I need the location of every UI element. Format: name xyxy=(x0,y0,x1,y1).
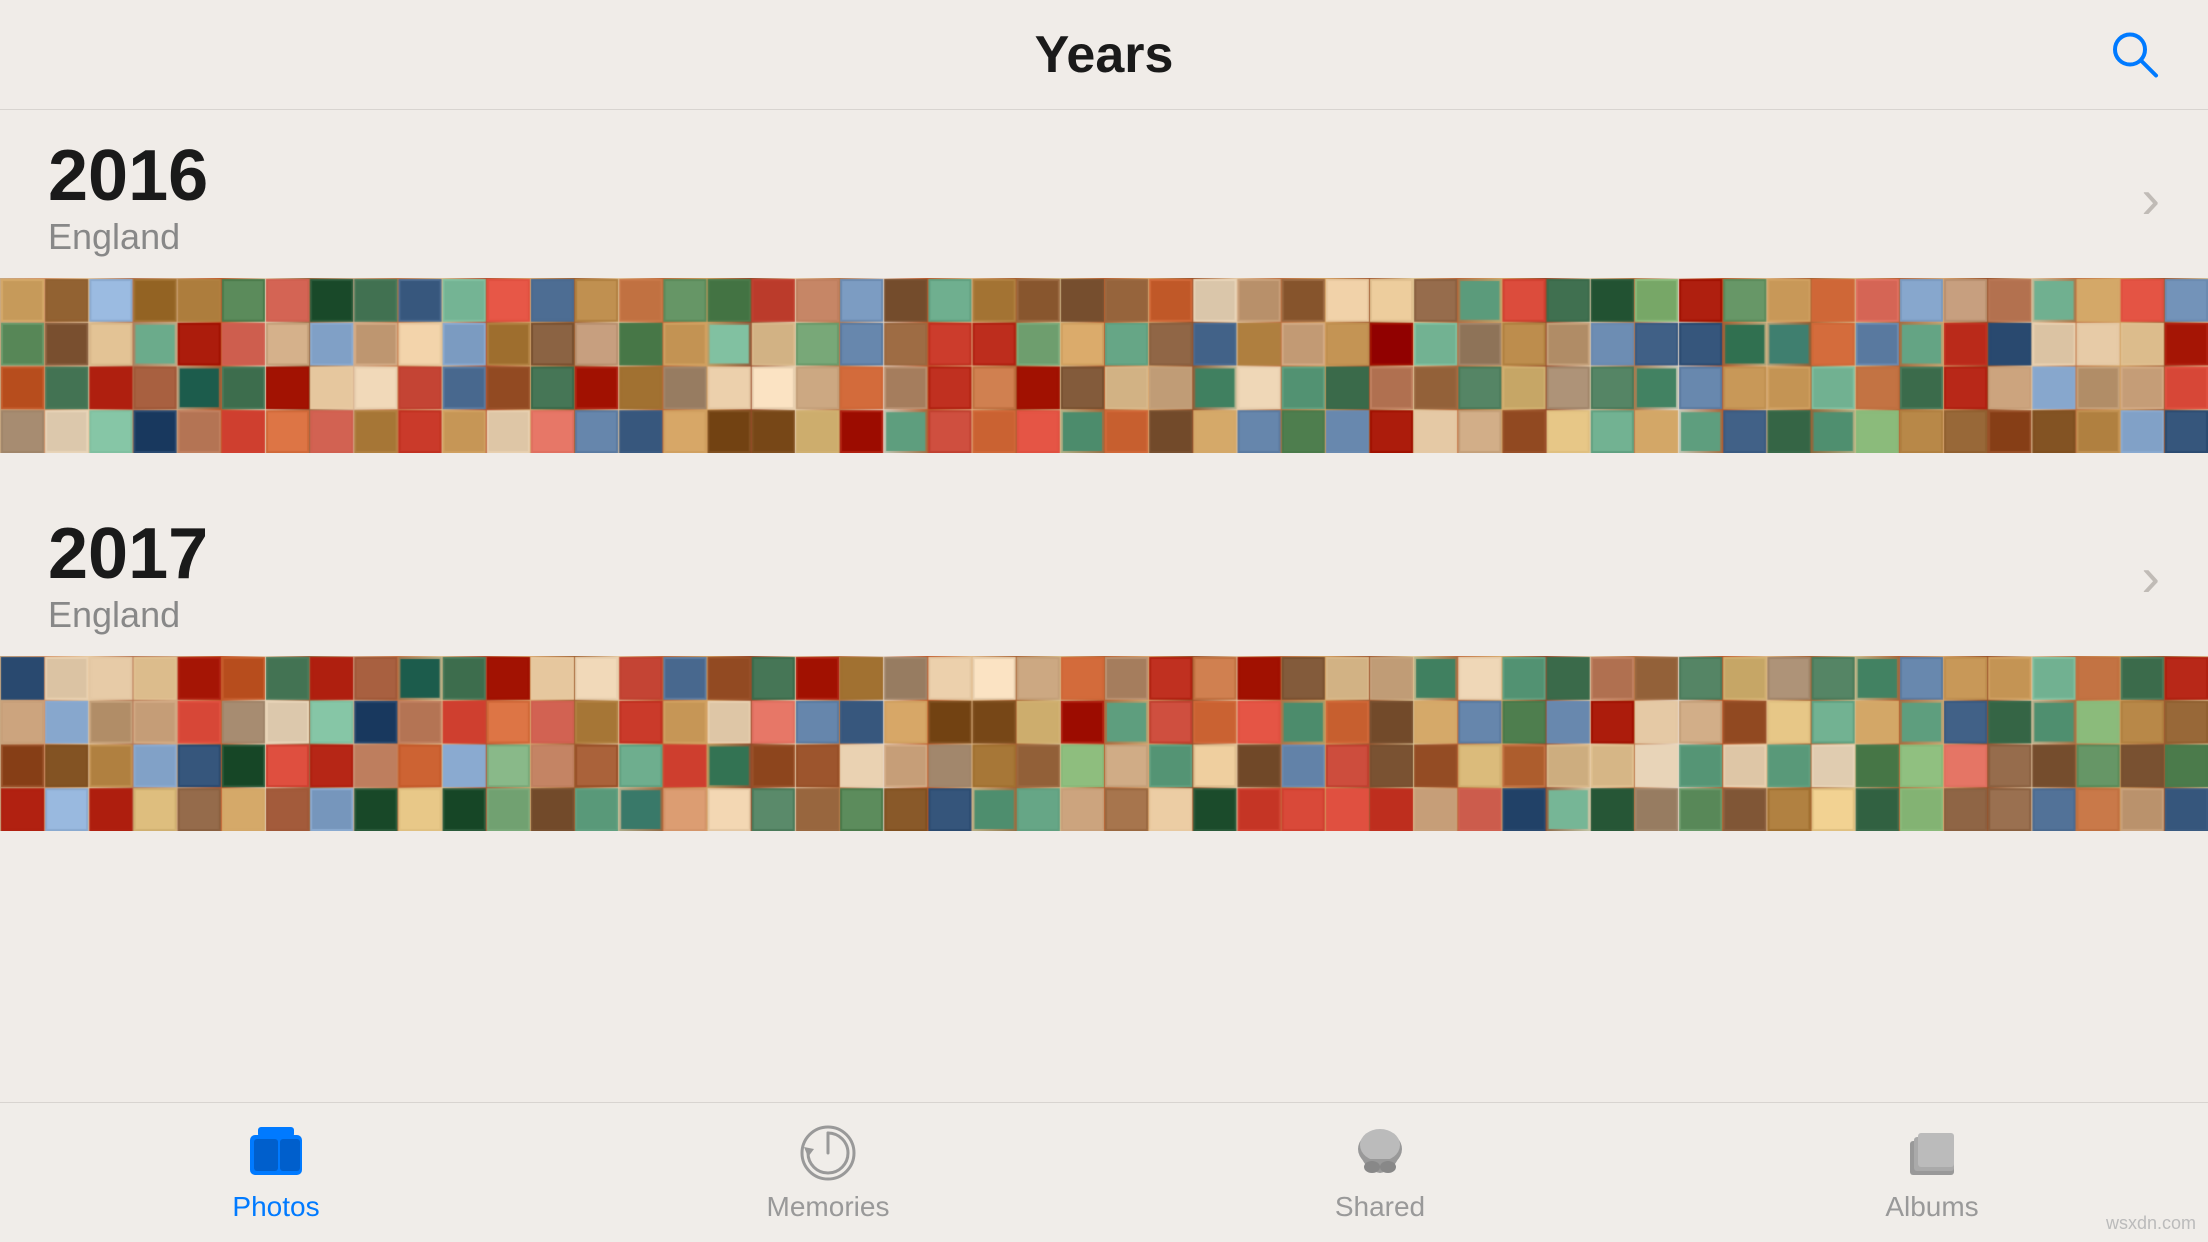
tab-photos-label: Photos xyxy=(232,1191,319,1223)
tab-memories[interactable]: Memories xyxy=(552,1123,1104,1223)
search-icon xyxy=(2108,27,2160,79)
albums-icon xyxy=(1902,1123,1962,1183)
tab-shared-label: Shared xyxy=(1335,1191,1425,1223)
year-location-2016: England xyxy=(48,216,208,258)
year-header-2017[interactable]: 2017 England › xyxy=(0,488,2208,656)
year-section-2017: 2017 England › xyxy=(0,488,2208,836)
shared-icon xyxy=(1350,1123,1410,1183)
tab-bar: Photos Memories Shared Albums xyxy=(0,1102,2208,1242)
year-section-2016: 2016 England › xyxy=(0,110,2208,458)
year-info-2016: 2016 England xyxy=(48,140,208,258)
year-number-2016: 2016 xyxy=(48,140,208,212)
tab-albums-label: Albums xyxy=(1885,1191,1978,1223)
main-scroll-area[interactable]: 2016 England › 2017 England › xyxy=(0,110,2208,1102)
tab-photos[interactable]: Photos xyxy=(0,1123,552,1223)
year-info-2017: 2017 England xyxy=(48,518,208,636)
page-title: Years xyxy=(1035,25,1174,85)
year-header-2016[interactable]: 2016 England › xyxy=(0,110,2208,278)
tab-memories-label: Memories xyxy=(767,1191,890,1223)
year-location-2017: England xyxy=(48,594,208,636)
year-number-2017: 2017 xyxy=(48,518,208,590)
tab-shared[interactable]: Shared xyxy=(1104,1123,1656,1223)
chevron-right-icon-2017: › xyxy=(2141,549,2160,605)
tab-albums[interactable]: Albums xyxy=(1656,1123,2208,1223)
photo-mosaic-2017[interactable] xyxy=(0,656,2208,831)
app-header: Years xyxy=(0,0,2208,110)
year-gap xyxy=(0,458,2208,488)
chevron-right-icon-2016: › xyxy=(2141,171,2160,227)
search-button[interactable] xyxy=(2108,27,2160,82)
memories-icon xyxy=(798,1123,858,1183)
watermark: wsxdn.com xyxy=(2106,1213,2196,1234)
photos-icon xyxy=(246,1123,306,1183)
photo-mosaic-2016[interactable] xyxy=(0,278,2208,453)
